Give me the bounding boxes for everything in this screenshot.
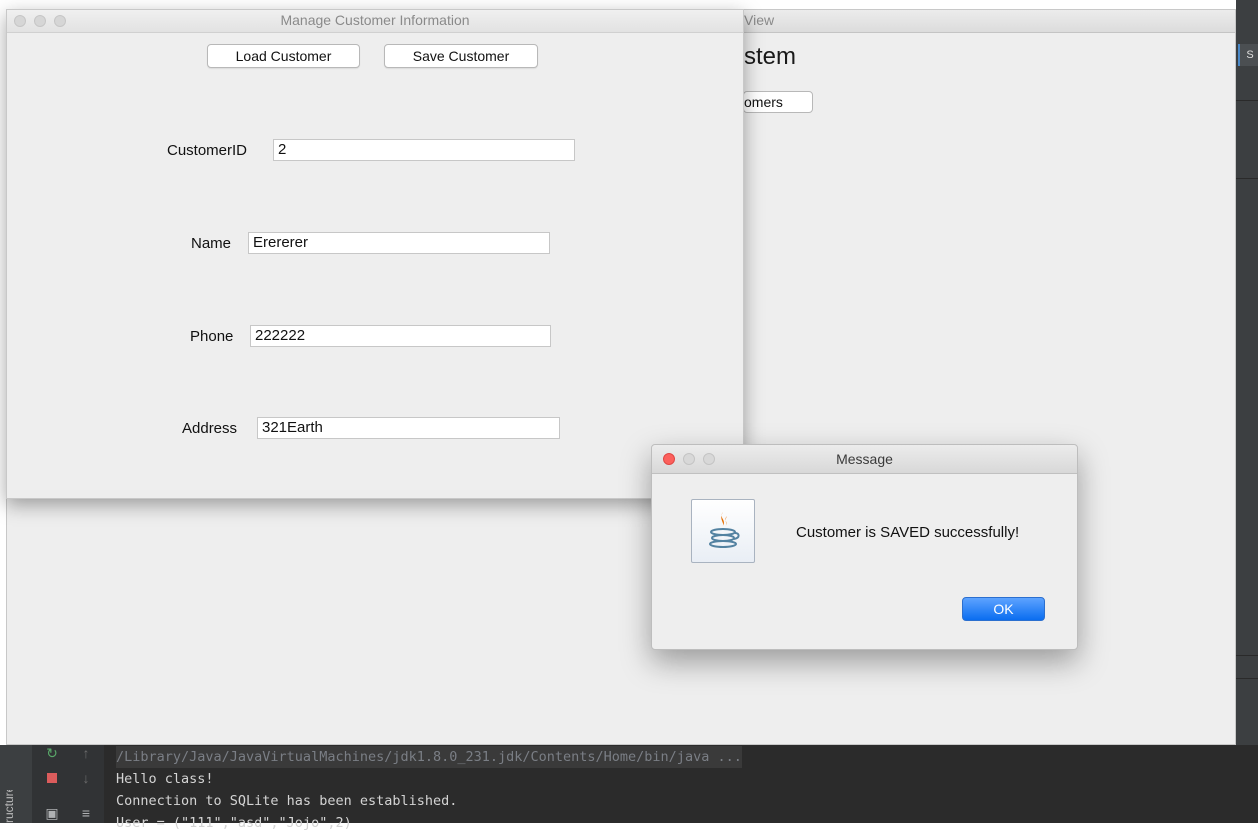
arrow-up-icon[interactable]: ↑ bbox=[78, 745, 94, 761]
divider bbox=[1236, 100, 1258, 101]
ide-right-strip bbox=[1236, 0, 1258, 745]
camera-icon[interactable]: ▣ bbox=[44, 805, 60, 821]
save-customer-button[interactable]: Save Customer bbox=[384, 44, 538, 68]
console-line: User = ("111","asd","Jojo",2) bbox=[116, 815, 352, 831]
console-line: Hello class! bbox=[116, 771, 214, 787]
ide-right-panel: S bbox=[1236, 0, 1258, 823]
phone-label: Phone bbox=[190, 328, 234, 345]
ok-button[interactable]: OK bbox=[962, 597, 1045, 621]
divider bbox=[1236, 655, 1258, 656]
divider bbox=[1236, 678, 1258, 679]
message-dialog: Message Customer is SAVED successfully! … bbox=[651, 444, 1078, 650]
dialog-titlebar[interactable]: Message bbox=[652, 445, 1077, 474]
dialog-message: Customer is SAVED successfully! bbox=[796, 524, 1020, 541]
window-title: Manage Customer Information bbox=[280, 12, 470, 28]
soft-wrap-icon[interactable]: ≡ bbox=[78, 805, 94, 821]
window-title: View bbox=[744, 12, 775, 28]
load-customer-button[interactable]: Load Customer bbox=[207, 44, 360, 68]
java-icon bbox=[691, 499, 755, 563]
customer-id-field[interactable]: 2 bbox=[273, 139, 575, 161]
customer-id-label: CustomerID bbox=[167, 142, 248, 159]
console-output: /Library/Java/JavaVirtualMachines/jdk1.8… bbox=[116, 746, 742, 834]
console-line: /Library/Java/JavaVirtualMachines/jdk1.8… bbox=[116, 746, 742, 768]
rerun-icon[interactable]: ↻ bbox=[44, 745, 60, 761]
stop-icon[interactable] bbox=[44, 770, 60, 786]
customers-button[interactable]: omers bbox=[743, 91, 813, 113]
address-label: Address bbox=[182, 420, 238, 437]
console-line: Connection to SQLite has been establishe… bbox=[116, 793, 458, 809]
name-label: Name bbox=[191, 235, 232, 252]
divider bbox=[1236, 178, 1258, 179]
address-field[interactable]: 321Earth bbox=[257, 417, 560, 439]
system-heading: stem bbox=[744, 43, 797, 70]
arrow-down-icon[interactable]: ↓ bbox=[78, 770, 94, 786]
structure-tool-tab[interactable]: ructure bbox=[2, 790, 32, 823]
name-field[interactable]: Erererer bbox=[248, 232, 550, 254]
ide-editor-tab[interactable]: S bbox=[1238, 44, 1258, 66]
window-titlebar[interactable]: Manage Customer Information bbox=[7, 10, 743, 33]
phone-field[interactable]: 222222 bbox=[250, 325, 551, 347]
dialog-title: Message bbox=[836, 451, 893, 467]
manage-customer-window: Manage Customer Information Load Custome… bbox=[6, 9, 744, 499]
